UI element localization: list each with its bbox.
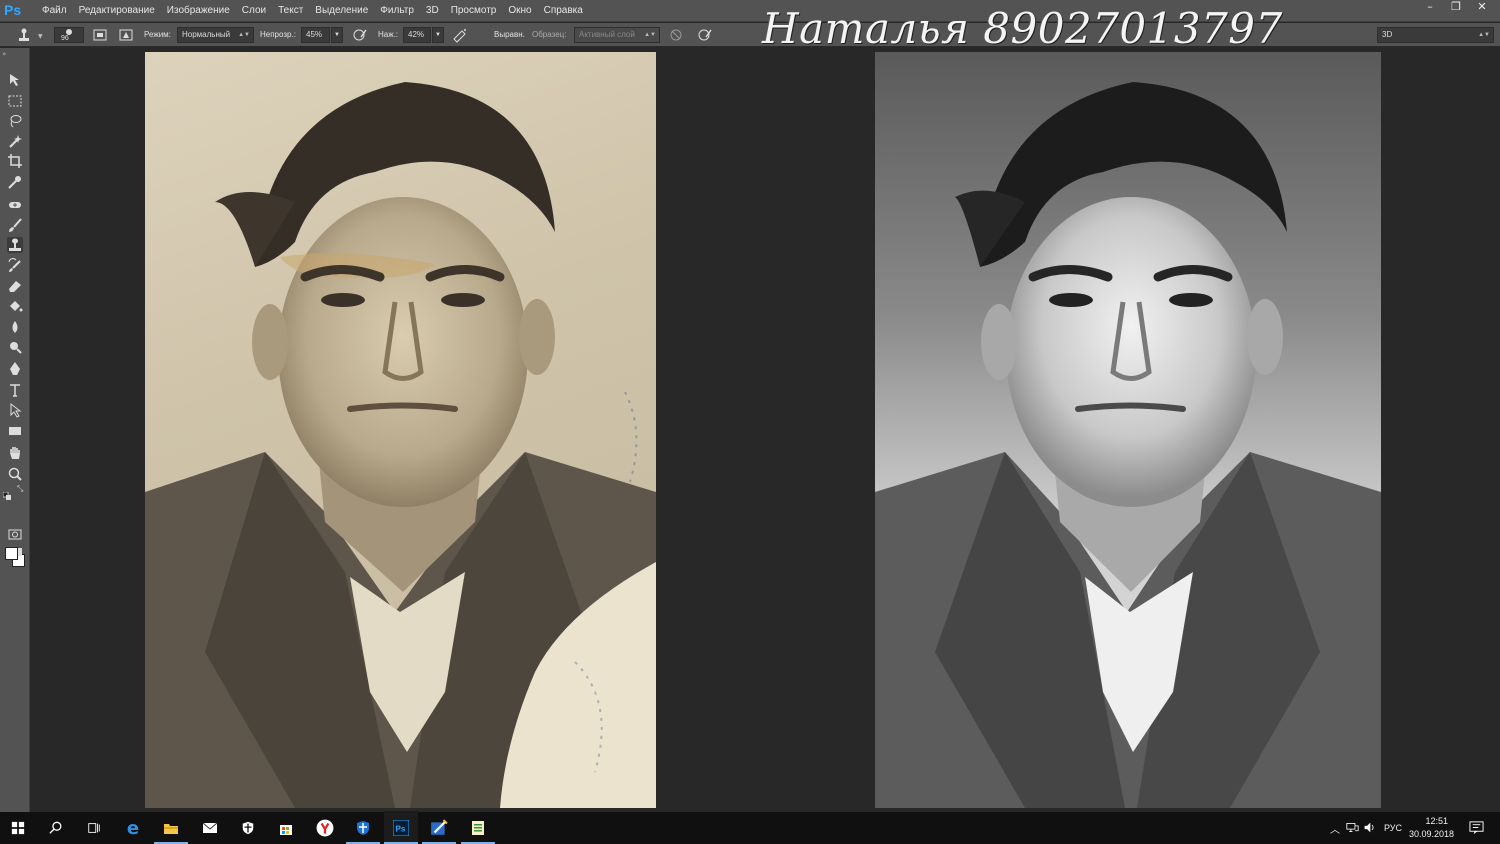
clone-stamp-preset-icon[interactable] <box>16 27 32 43</box>
ignore-adjustment-layers-icon[interactable] <box>668 27 684 43</box>
flow-label: Наж.: <box>378 30 399 39</box>
airbrush-icon[interactable] <box>452 27 468 43</box>
dodge-icon[interactable] <box>7 339 23 355</box>
magic-wand-icon[interactable] <box>7 133 23 149</box>
edge-icon[interactable]: e <box>122 817 144 839</box>
menu-items: Файл Редактирование Изображение Слои Тек… <box>36 0 589 22</box>
menu-type[interactable]: Текст <box>272 0 309 22</box>
menu-layers[interactable]: Слои <box>236 0 272 22</box>
type-icon[interactable] <box>7 382 23 398</box>
flow-input[interactable]: 42% <box>403 27 431 43</box>
swap-colors-icon[interactable]: ⤡ <box>17 484 26 493</box>
original-photo[interactable] <box>145 52 656 808</box>
security-shield-icon[interactable] <box>346 817 380 844</box>
restore-button[interactable]: ❐ <box>1444 0 1468 16</box>
path-selection-icon[interactable] <box>7 402 23 418</box>
brush-icon[interactable] <box>7 217 23 233</box>
chevron-down-icon: ▲▼ <box>1478 32 1490 38</box>
opacity-label: Непрозр.: <box>260 30 296 39</box>
file-explorer-icon[interactable] <box>154 817 188 844</box>
default-colors-icon[interactable] <box>2 485 13 500</box>
opacity-input[interactable]: 45% <box>301 27 330 43</box>
sample-value: Активный слой <box>579 30 635 39</box>
clock-time[interactable]: 12:51 <box>1425 816 1448 826</box>
chevron-down-icon: ▲▼ <box>238 32 250 38</box>
chevron-up-icon[interactable]: ︿ <box>1330 821 1340 836</box>
clock-date[interactable]: 30.09.2018 <box>1409 829 1454 839</box>
menu-select[interactable]: Выделение <box>309 0 374 22</box>
opacity-dropdown-button[interactable]: ▼ <box>331 27 343 43</box>
brush-size-picker[interactable]: 96 <box>54 27 84 43</box>
panel-grip-icon[interactable]: » <box>2 50 6 58</box>
pressure-size-icon[interactable] <box>697 27 713 43</box>
rectangle-icon[interactable] <box>7 423 23 439</box>
clone-stamp-icon[interactable] <box>7 237 23 253</box>
workspace-select[interactable]: 3D ▲▼ <box>1377 27 1494 43</box>
defender-icon[interactable] <box>237 817 259 839</box>
pressure-opacity-icon[interactable] <box>352 27 368 43</box>
pen-icon[interactable] <box>7 361 23 377</box>
store-icon[interactable] <box>275 817 297 839</box>
photoshop-logo: Ps <box>4 2 22 18</box>
search-icon[interactable] <box>45 817 67 839</box>
quick-mask-icon[interactable] <box>7 526 23 542</box>
minimize-button[interactable]: – <box>1418 0 1442 16</box>
network-icon[interactable] <box>1346 821 1359 836</box>
windows-start-icon[interactable] <box>7 817 29 839</box>
eyedropper-icon[interactable] <box>7 174 23 190</box>
rect-marquee-icon[interactable] <box>7 93 23 109</box>
notifications-icon[interactable] <box>1469 820 1484 837</box>
history-brush-icon[interactable] <box>7 258 23 274</box>
menu-view[interactable]: Просмотр <box>445 0 503 22</box>
menu-edit[interactable]: Редактирование <box>73 0 161 22</box>
brush-panel-icon[interactable] <box>92 27 108 43</box>
svg-text:Ps: Ps <box>396 825 406 834</box>
menu-image[interactable]: Изображение <box>161 0 236 22</box>
tools-panel: » ⤡ <box>0 48 30 812</box>
move-tool-icon[interactable] <box>7 72 23 88</box>
restored-photo[interactable] <box>875 52 1381 808</box>
mode-select[interactable]: Нормальный ▲▼ <box>177 27 254 43</box>
volume-icon[interactable] <box>1363 821 1376 836</box>
flow-dropdown-button[interactable]: ▼ <box>432 27 444 43</box>
paint-bucket-icon[interactable] <box>7 298 23 314</box>
blur-icon[interactable] <box>7 319 23 335</box>
mode-label: Режим: <box>144 30 171 39</box>
photoshop-icon[interactable]: Ps <box>384 811 418 844</box>
foreground-color-swatch[interactable] <box>5 547 18 560</box>
workspace-value: 3D <box>1382 30 1393 39</box>
sample-label: Образец: <box>532 30 567 39</box>
close-button[interactable]: ✕ <box>1470 0 1494 16</box>
spot-healing-icon[interactable] <box>7 197 23 213</box>
brush-size-value: 96 <box>61 35 69 42</box>
chevron-down-icon: ▲▼ <box>644 32 656 38</box>
menu-filter[interactable]: Фильтр <box>374 0 420 22</box>
window-controls: – ❐ ✕ <box>1418 0 1494 18</box>
menu-file[interactable]: Файл <box>36 0 73 22</box>
lasso-icon[interactable] <box>7 113 23 129</box>
menu-window[interactable]: Окно <box>502 0 537 22</box>
notes-icon[interactable] <box>461 817 495 844</box>
menu-3d[interactable]: 3D <box>420 0 445 22</box>
yandex-browser-icon[interactable] <box>314 817 336 839</box>
eraser-icon[interactable] <box>7 278 23 294</box>
task-view-icon[interactable] <box>83 817 105 839</box>
zoom-icon[interactable] <box>7 466 23 482</box>
taskbar: e Ps ︿ РУС 12:51 30.09.2018 <box>0 811 1500 844</box>
aligned-label: Выравн. <box>494 30 525 39</box>
sample-select[interactable]: Активный слой ▲▼ <box>574 27 660 43</box>
mail-icon[interactable] <box>199 817 221 839</box>
crop-icon[interactable] <box>7 153 23 169</box>
editor-icon[interactable] <box>422 817 456 844</box>
signature-watermark: Наталья 89027013797 <box>762 4 1283 53</box>
language-indicator[interactable]: РУС <box>1384 823 1402 833</box>
hand-icon[interactable] <box>7 445 23 461</box>
menu-help[interactable]: Справка <box>538 0 589 22</box>
mode-value: Нормальный <box>182 30 231 39</box>
clone-source-icon[interactable] <box>118 27 134 43</box>
